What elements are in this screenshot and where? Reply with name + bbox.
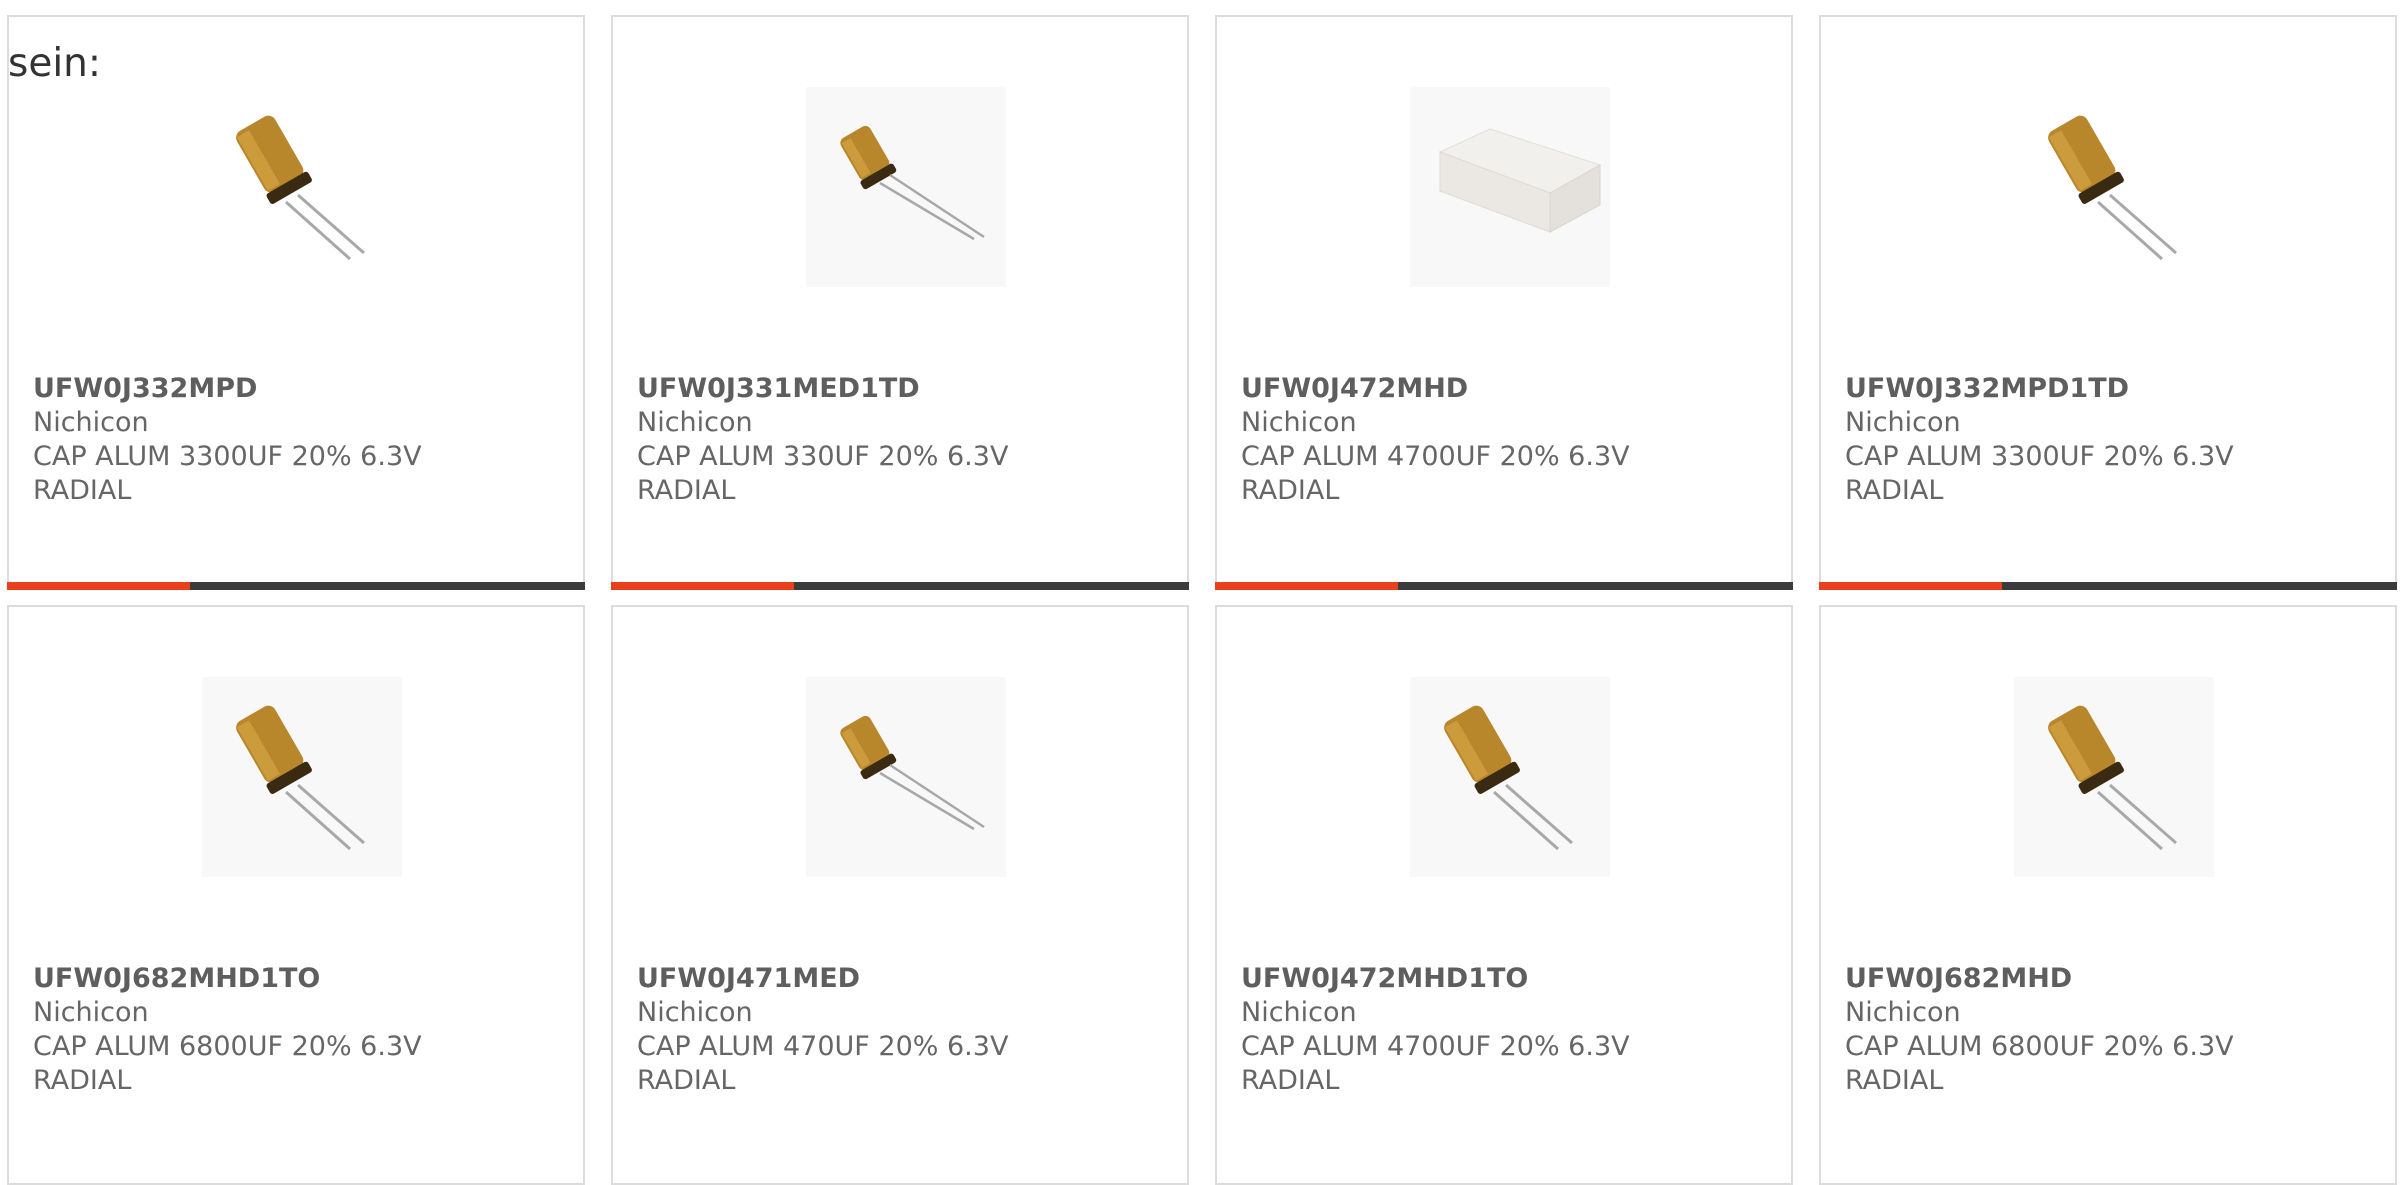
card-accent-bar [611,582,1189,590]
package: RADIAL [637,475,736,506]
part-number[interactable]: UFW0J332MPD [33,372,422,406]
part-number[interactable]: UFW0J682MHD [1845,962,2234,996]
description: CAP ALUM 6800UF 20% 6.3V [1845,1031,2234,1062]
manufacturer: Nichicon [1845,997,1961,1028]
product-image[interactable] [202,677,402,877]
description: CAP ALUM 3300UF 20% 6.3V [33,441,422,472]
part-number[interactable]: UFW0J331MED1TD [637,372,1008,406]
product-image[interactable] [806,87,1006,287]
manufacturer: Nichicon [637,407,753,438]
description: CAP ALUM 4700UF 20% 6.3V [1241,1031,1630,1062]
product-card[interactable]: UFW0J471MED Nichicon CAP ALUM 470UF 20% … [611,605,1189,1185]
package: RADIAL [1845,1065,1944,1096]
product-card[interactable]: UFW0J331MED1TD Nichicon CAP ALUM 330UF 2… [611,15,1189,590]
part-number[interactable]: UFW0J332MPD1TD [1845,372,2234,406]
product-image[interactable] [2014,87,2214,287]
product-image[interactable] [202,87,402,287]
product-card[interactable]: UFW0J682MHD1TO Nichicon CAP ALUM 6800UF … [7,605,585,1185]
intro-text: sein: [8,41,102,86]
part-number[interactable]: UFW0J472MHD [1241,372,1630,406]
package: RADIAL [33,475,132,506]
product-card[interactable]: UFW0J332MPD Nichicon CAP ALUM 3300UF 20%… [7,15,585,590]
card-accent-bar [1215,582,1793,590]
manufacturer: Nichicon [1241,407,1357,438]
package: RADIAL [1845,475,1944,506]
package: RADIAL [33,1065,132,1096]
manufacturer: Nichicon [1241,997,1357,1028]
manufacturer: Nichicon [637,997,753,1028]
product-image[interactable] [806,677,1006,877]
package: RADIAL [637,1065,736,1096]
card-accent-bar [1819,582,2397,590]
product-card[interactable]: UFW0J472MHD1TO Nichicon CAP ALUM 4700UF … [1215,605,1793,1185]
product-image[interactable] [1410,677,1610,877]
product-card[interactable]: UFW0J682MHD Nichicon CAP ALUM 6800UF 20%… [1819,605,2397,1185]
description: CAP ALUM 6800UF 20% 6.3V [33,1031,422,1062]
part-number[interactable]: UFW0J471MED [637,962,1008,996]
description: CAP ALUM 4700UF 20% 6.3V [1241,441,1630,472]
part-number[interactable]: UFW0J472MHD1TO [1241,962,1630,996]
product-image[interactable] [2014,677,2214,877]
description: CAP ALUM 330UF 20% 6.3V [637,441,1009,472]
description: CAP ALUM 470UF 20% 6.3V [637,1031,1009,1062]
product-card[interactable]: UFW0J472MHD Nichicon CAP ALUM 4700UF 20%… [1215,15,1793,590]
manufacturer: Nichicon [1845,407,1961,438]
card-accent-bar [7,582,585,590]
manufacturer: Nichicon [33,407,149,438]
package: RADIAL [1241,1065,1340,1096]
package: RADIAL [1241,475,1340,506]
description: CAP ALUM 3300UF 20% 6.3V [1845,441,2234,472]
part-number[interactable]: UFW0J682MHD1TO [33,962,422,996]
product-card[interactable]: UFW0J332MPD1TD Nichicon CAP ALUM 3300UF … [1819,15,2397,590]
product-image[interactable] [1410,87,1610,287]
manufacturer: Nichicon [33,997,149,1028]
